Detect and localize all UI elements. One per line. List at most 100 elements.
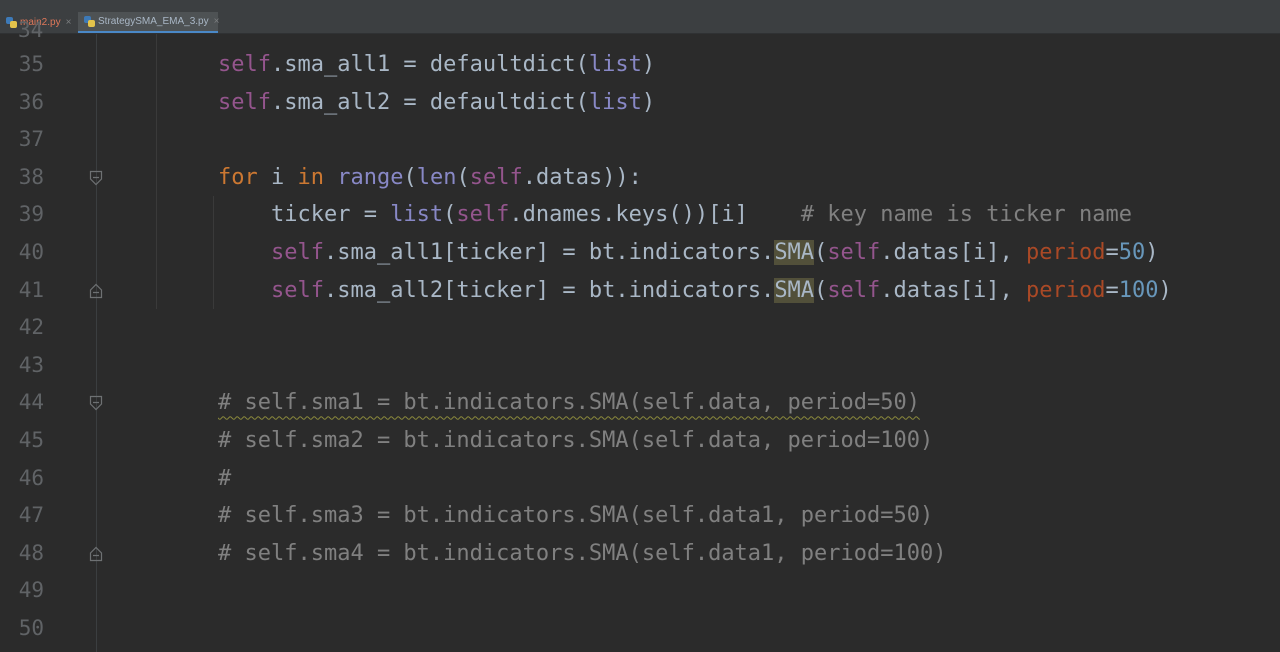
close-icon[interactable]: ×	[214, 16, 220, 27]
code-token: =	[1105, 277, 1119, 303]
line-number: 46	[18, 465, 44, 490]
code-line[interactable]: 37	[0, 121, 1280, 159]
code-token: self	[218, 52, 271, 77]
code-line[interactable]: 41 self.sma_all2[ticker] = bt.indicators…	[0, 272, 1280, 310]
code-token: self	[270, 240, 324, 265]
code-token: .datas[i],	[880, 277, 1026, 303]
code-text[interactable]: self.sma_all2[ticker] = bt.indicators.SM…	[218, 272, 1172, 309]
code-token: period	[1026, 277, 1106, 303]
fold-open-icon[interactable]	[89, 395, 103, 411]
code-token: .dnames.keys())[i]	[509, 202, 801, 228]
code-token: # key name is ticker name	[800, 202, 1132, 228]
code-text[interactable]: self.sma_all2 = defaultdict(list)	[218, 84, 655, 121]
code-text[interactable]: self.sma_all1 = defaultdict(list)	[218, 46, 655, 83]
code-token: # self.sma4 = bt.indicators.SMA(self.dat…	[218, 540, 947, 566]
code-token: .sma_all2[ticker] = bt.indicators.	[323, 277, 775, 303]
line-number: 38	[18, 164, 44, 189]
code-token: .sma_all1[ticker] = bt.indicators.	[323, 240, 775, 265]
code-text[interactable]: # self.sma4 = bt.indicators.SMA(self.dat…	[218, 535, 946, 572]
line-number: 48	[18, 540, 44, 565]
code-text[interactable]: self.sma_all1[ticker] = bt.indicators.SM…	[218, 234, 1158, 271]
code-line[interactable]: 42	[0, 309, 1280, 347]
code-token: .sma_all2 = defaultdict(	[270, 89, 589, 115]
code-token: .datas[i],	[880, 240, 1026, 265]
code-token: len	[416, 164, 457, 190]
code-token: self	[827, 240, 881, 265]
line-number: 39	[18, 202, 44, 227]
code-line[interactable]: 47 # self.sma3 = bt.indicators.SMA(self.d…	[0, 497, 1280, 535]
code-editor[interactable]: 34 35 self.sma_all1 = defaultdict(list) 36…	[0, 18, 1280, 652]
code-line[interactable]: 48 # self.sma4 = bt.indicators.SMA(self.d…	[0, 535, 1280, 573]
code-line[interactable]: 43	[0, 347, 1280, 385]
code-token: 50	[1118, 240, 1146, 265]
code-token: list	[588, 52, 642, 77]
code-token: 100	[1118, 277, 1159, 303]
code-token: self	[456, 202, 510, 228]
fold-close-icon[interactable]	[89, 283, 103, 299]
line-number-partial: 34	[18, 18, 44, 42]
close-icon[interactable]: ×	[66, 17, 72, 28]
line-number: 37	[18, 127, 44, 152]
code-line[interactable]: 36 self.sma_all2 = defaultdict(list)	[0, 84, 1280, 122]
code-token: self	[218, 89, 271, 115]
tab-label: StrategySMA_EMA_3.py	[98, 16, 209, 27]
fold-open-icon[interactable]	[89, 170, 103, 186]
python-file-icon	[84, 16, 95, 27]
code-line[interactable]: 50	[0, 610, 1280, 648]
code-token: (	[456, 164, 470, 190]
fold-close-icon[interactable]	[89, 546, 103, 562]
code-token: for	[218, 164, 258, 190]
tab-strategysma-ema-3-py[interactable]: StrategySMA_EMA_3.py ×	[78, 12, 220, 33]
code-token: # self.sma1 = bt.indicators.SMA(self.dat…	[218, 390, 920, 416]
line-number: 50	[18, 616, 44, 640]
code-token: =	[1105, 240, 1119, 265]
line-number: 47	[18, 503, 44, 528]
code-line[interactable]: 38 for i in range(len(self.datas)):	[0, 159, 1280, 197]
code-token: SMA	[774, 277, 815, 303]
code-token: )	[641, 89, 656, 115]
code-line[interactable]: 46 #	[0, 460, 1280, 498]
code-text[interactable]: ticker = list(self.dnames.keys())[i] # k…	[218, 196, 1132, 233]
code-token: SMA	[774, 240, 815, 265]
code-line[interactable]: 44 # self.sma1 = bt.indicators.SMA(self.d…	[0, 384, 1280, 422]
code-token: self	[469, 164, 523, 190]
line-number: 43	[18, 352, 44, 377]
code-line[interactable]: 35 self.sma_all1 = defaultdict(list)	[0, 46, 1280, 84]
code-token: (	[443, 202, 457, 228]
code-token: )	[1158, 277, 1172, 303]
code-token: #	[218, 465, 232, 491]
code-text[interactable]: # self.sma3 = bt.indicators.SMA(self.dat…	[218, 497, 933, 534]
code-text[interactable]: for i in range(len(self.datas)):	[218, 159, 642, 196]
code-token: )	[641, 52, 656, 77]
code-text[interactable]: # self.sma2 = bt.indicators.SMA(self.dat…	[218, 422, 933, 459]
code-text[interactable]: #	[218, 460, 231, 497]
python-file-icon	[6, 17, 17, 28]
code-token: .datas)):	[522, 164, 642, 190]
code-line[interactable]: 40 self.sma_all1[ticker] = bt.indicators…	[0, 234, 1280, 272]
code-token: )	[1145, 240, 1159, 265]
line-number: 40	[18, 240, 44, 264]
code-token: self	[827, 277, 881, 303]
code-token: .sma_all1 = defaultdict(	[270, 52, 589, 77]
code-line[interactable]: 39 ticker = list(self.dnames.keys())[i] …	[0, 196, 1280, 234]
code-token: list	[390, 202, 444, 228]
code-token: (	[403, 164, 417, 190]
code-line[interactable]: 49	[0, 572, 1280, 610]
code-token: i	[257, 164, 298, 190]
code-token: ticker =	[218, 202, 391, 228]
code-token: # self.sma2 = bt.indicators.SMA(self.dat…	[218, 428, 934, 453]
code-line[interactable]: 45 # self.sma2 = bt.indicators.SMA(self.d…	[0, 422, 1280, 460]
line-number: 36	[18, 89, 44, 114]
code-token: # self.sma3 = bt.indicators.SMA(self.dat…	[218, 503, 934, 529]
line-number: 42	[18, 315, 44, 340]
code-token: in	[297, 164, 325, 190]
code-token: (	[814, 240, 828, 265]
line-number: 45	[18, 428, 44, 452]
code-text[interactable]: # self.sma1 = bt.indicators.SMA(self.dat…	[218, 384, 920, 421]
line-number: 44	[18, 390, 44, 415]
code-token: self	[270, 277, 324, 303]
code-token: list	[588, 89, 642, 115]
